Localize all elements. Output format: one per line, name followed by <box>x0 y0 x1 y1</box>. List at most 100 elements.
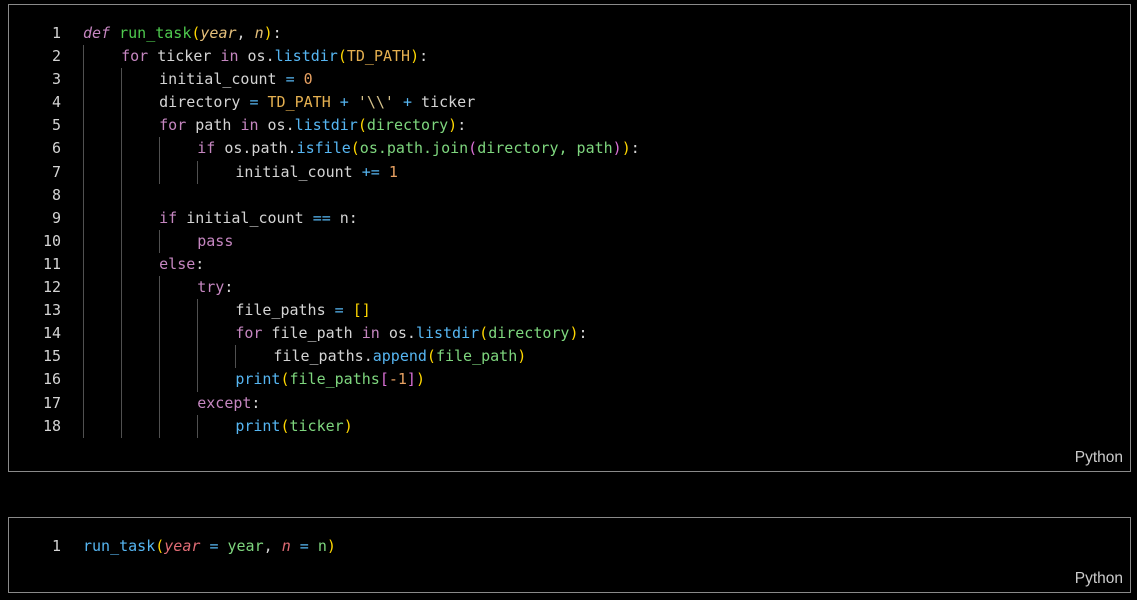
code-token: : <box>251 393 261 412</box>
code-editor[interactable]: 1 run_task(year = year, n = n) <box>9 535 1130 558</box>
line-number: 16 <box>42 370 61 389</box>
line-number: 13 <box>42 301 61 320</box>
code-token: = <box>249 93 259 112</box>
code-token: in <box>361 324 380 343</box>
code-line[interactable]: 16 print(file_paths[-1]) <box>9 368 1130 392</box>
line-number: 18 <box>42 416 61 435</box>
line-number: 1 <box>51 24 61 42</box>
code-line[interactable]: 6 if os.path.isfile(os.path.join(director… <box>9 137 1130 161</box>
code-cell-1[interactable]: 1 def run_task(year, n): 2 for ticker in os… <box>8 4 1131 472</box>
code-text: pass <box>197 230 233 253</box>
code-token: except <box>197 393 252 412</box>
code-token: ( <box>280 416 290 435</box>
code-token: ( <box>350 139 360 158</box>
code-line[interactable]: 17 except: <box>9 391 1130 415</box>
code-text: print(file_paths[-1]) <box>235 368 425 391</box>
code-line[interactable]: 3 initial_count = 0 <box>9 68 1130 92</box>
line-number: 12 <box>42 278 61 297</box>
language-label: Python <box>1074 449 1123 466</box>
code-token: append <box>372 347 427 366</box>
code-text: if initial_count == n: <box>159 207 358 230</box>
code-token: == <box>312 208 331 227</box>
indent-guide <box>159 345 161 369</box>
code-token: run_task <box>119 24 192 42</box>
code-token: listdir <box>274 47 338 66</box>
code-line[interactable]: 12 try: <box>9 276 1130 300</box>
indent-guide <box>83 276 84 300</box>
code-token: in <box>240 116 259 135</box>
code-token: os.path. <box>215 139 297 158</box>
code-line[interactable]: 2 for ticker in os.listdir(TD_PATH): <box>9 45 1130 69</box>
indent-guide <box>159 414 161 438</box>
code-token: print <box>235 370 281 389</box>
code-line[interactable]: 9 if initial_count == n: <box>9 206 1130 230</box>
code-editor[interactable]: 1 def run_task(year, n): 2 for ticker in os… <box>9 22 1130 438</box>
code-line[interactable]: 13 file_paths = [] <box>9 299 1130 323</box>
indent-guide <box>197 160 199 184</box>
code-cell-2[interactable]: 1 run_task(year = year, n = n) Python <box>8 517 1131 593</box>
code-token: os.path.join <box>359 139 469 158</box>
indent-guide <box>159 160 161 184</box>
code-line[interactable]: 18 print(ticker) <box>9 414 1130 438</box>
code-token: 1 <box>388 162 398 181</box>
line-number: 5 <box>51 116 61 135</box>
code-token: += <box>361 162 380 181</box>
code-line[interactable]: 14 for file_path in os.listdir(directory)… <box>9 322 1130 346</box>
code-token: ) <box>415 370 425 389</box>
indent-guide <box>197 368 199 392</box>
code-token: directory, path <box>477 139 613 158</box>
code-token: ( <box>280 370 290 389</box>
indent-guide <box>83 368 84 392</box>
indent-guide <box>83 183 84 207</box>
code-token: year <box>227 537 264 555</box>
code-token: directory <box>159 93 250 112</box>
code-line[interactable]: 4 directory = TD_PATH + '\\' + ticker <box>9 91 1130 115</box>
code-text: directory = TD_PATH + '\\' + ticker <box>159 91 475 114</box>
indent-guide <box>159 299 161 323</box>
code-line[interactable]: 15 file_paths.append(file_path) <box>9 345 1130 369</box>
code-token: os. <box>238 47 275 66</box>
code-line[interactable]: 1 def run_task(year, n): <box>9 22 1130 45</box>
code-token: file_paths <box>235 301 335 320</box>
code-line[interactable]: 7 initial_count += 1 <box>9 160 1130 184</box>
line-number: 3 <box>51 70 61 89</box>
code-line[interactable]: 8 <box>9 183 1130 207</box>
code-text: file_paths.append(file_path) <box>273 345 526 368</box>
code-line[interactable]: 11 else: <box>9 252 1130 277</box>
code-token: listdir <box>415 324 480 343</box>
indent-guide <box>121 391 123 415</box>
code-token: = <box>285 70 295 89</box>
indent-guide <box>121 322 123 346</box>
code-text: else: <box>159 253 204 276</box>
indent-guide <box>121 91 123 115</box>
code-token: ) <box>621 139 631 158</box>
code-text: except: <box>197 392 260 415</box>
code-line[interactable]: 1 run_task(year = year, n = n) <box>9 535 1130 558</box>
code-line[interactable]: 5 for path in os.listdir(directory): <box>9 114 1130 138</box>
code-line[interactable]: 10 pass <box>9 229 1130 253</box>
code-token: path <box>186 116 241 135</box>
code-token: ) <box>517 347 527 366</box>
code-token: ) <box>410 47 420 66</box>
line-number: 15 <box>42 347 61 366</box>
code-token: : <box>195 254 205 273</box>
indent-guide <box>121 114 123 138</box>
indent-guide <box>121 183 123 207</box>
indent-guide <box>159 137 161 161</box>
indent-guide <box>121 160 123 184</box>
code-token: , <box>263 537 282 555</box>
code-text: initial_count += 1 <box>235 161 398 184</box>
indent-guide <box>159 368 161 392</box>
indent-guide <box>83 252 84 277</box>
indent-guide <box>83 45 84 69</box>
code-token: ] <box>406 370 416 389</box>
code-token: ( <box>357 116 367 135</box>
language-label: Python <box>1074 570 1123 587</box>
code-token: n <box>281 537 291 555</box>
code-text: def run_task(year, n): <box>83 22 282 45</box>
indent-guide <box>121 276 123 300</box>
